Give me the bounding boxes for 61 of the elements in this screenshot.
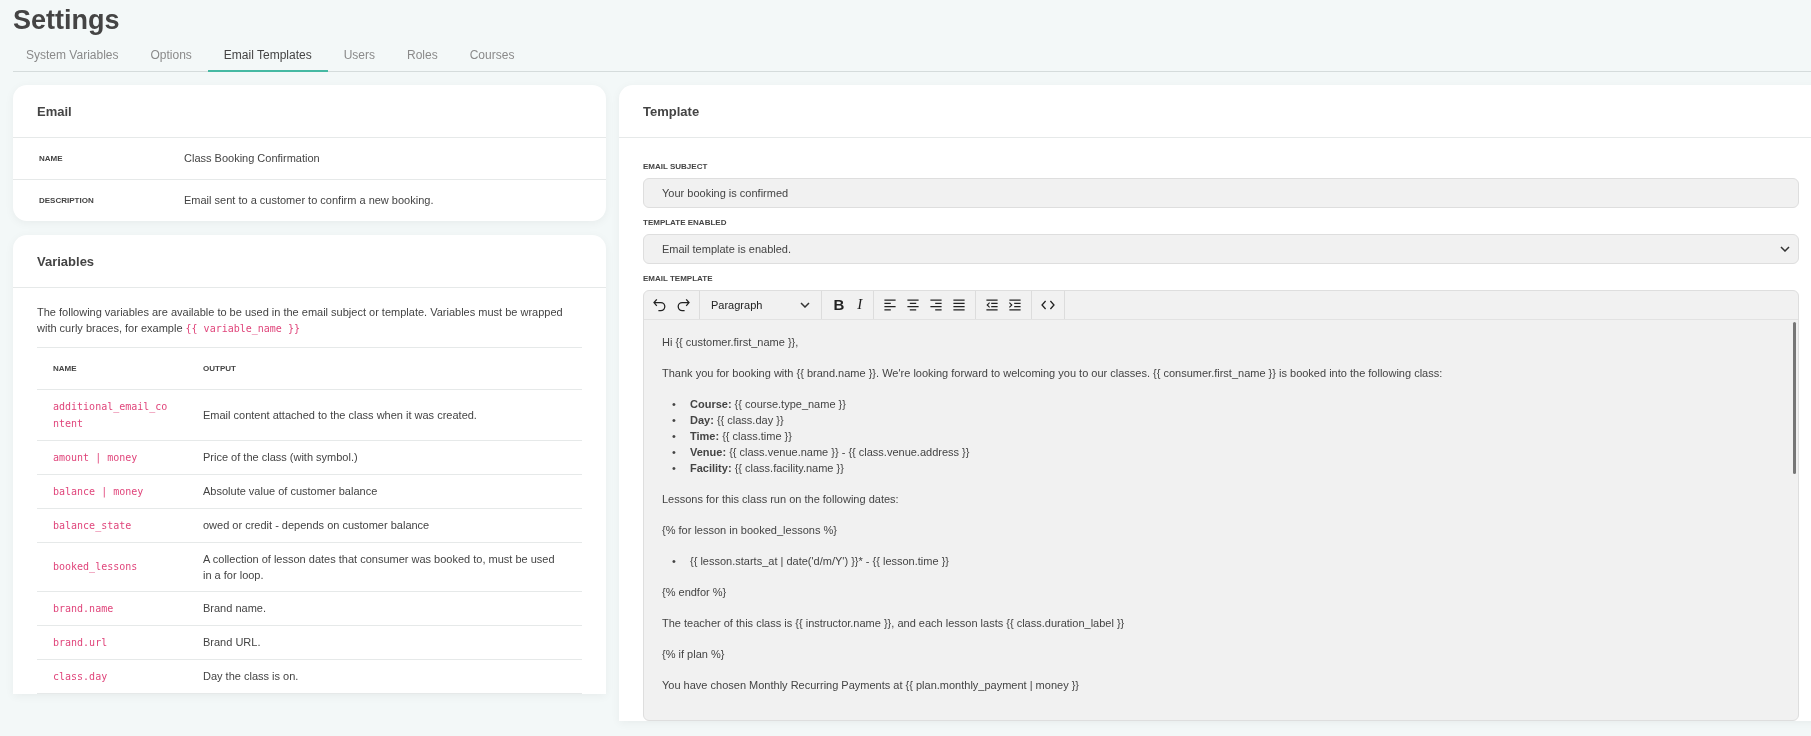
- template-list-item: {{ lesson.starts_at | date('d/m/Y') }}* - {{ lesson.time }}: [690, 553, 949, 569]
- template-list-item: Day: {{ class.day }}: [690, 412, 784, 428]
- column-header: NAME: [37, 347, 187, 389]
- bullet: •: [672, 428, 677, 444]
- bullet: •: [672, 553, 677, 569]
- field-label: EMAIL TEMPLATE: [643, 273, 714, 283]
- template-paragraph: Thank you for booking with {{ brand.name }}. We're looking forward to welcoming you to our classes. {{ consumer.first_name }} is booked into the following class:: [662, 365, 1444, 381]
- field-value: Email sent to a customer to confirm a new booking.: [184, 194, 434, 206]
- field-value: Class Booking Confirmation: [184, 152, 320, 164]
- variable-description: Email content attached to the class when it was created.: [203, 408, 477, 421]
- template-paragraph: {% endfor %}: [662, 584, 728, 600]
- card-title: Template: [619, 84, 1811, 138]
- variable-name: additional_email_content: [53, 400, 168, 429]
- block-format-dropdown[interactable]: Paragraph: [708, 298, 814, 311]
- template-paragraph: Lessons for this class run on the following dates:: [662, 491, 900, 507]
- variable-name: balance_state: [53, 519, 132, 531]
- bullet: •: [672, 460, 677, 476]
- column-header: OUTPUT: [187, 347, 582, 389]
- field-label: DESCRIPTION: [38, 195, 95, 205]
- variable-description: A collection of lesson dates that consumer was booked to, must be used in a for loop.: [203, 552, 555, 581]
- field-label: NAME: [38, 153, 64, 163]
- card-title: Variables: [13, 234, 606, 288]
- variable-description: Brand URL.: [203, 636, 261, 648]
- scrollbar[interactable]: [1793, 321, 1796, 474]
- template-list-item: Venue: {{ class.venue.name }} - {{ class.venue.address }}: [690, 444, 970, 460]
- template-list-item: Time: {{ class.time }}: [690, 428, 792, 444]
- variable-name: brand.url: [53, 636, 108, 648]
- variable-name: class.day: [53, 670, 108, 682]
- redo-icon[interactable]: [675, 296, 691, 313]
- field-label: EMAIL SUBJECT: [643, 161, 709, 171]
- variable-description: owed or credit - depends on customer balance: [203, 519, 430, 531]
- variable-description: Absolute value of customer balance: [203, 485, 378, 497]
- template-paragraph: The teacher of this class is {{ instructor.name }}, and each lesson lasts {{ class.duration_label }}: [662, 615, 1126, 631]
- card-title: Email: [13, 84, 606, 138]
- template-list-item: Facility: {{ class.facility.name }}: [690, 460, 844, 476]
- template-paragraph: You have chosen Monthly Recurring Payments at {{ plan.monthly_payment | money }}: [662, 677, 1081, 693]
- bullet: •: [672, 412, 677, 428]
- template-paragraph: Hi {{ customer.first_name }},: [662, 334, 800, 350]
- subject-input[interactable]: Your booking is confirmed: [643, 177, 1799, 208]
- variable-description: Day the class is on.: [203, 670, 299, 682]
- template-list-item: Course: {{ course.type_name }}: [690, 396, 846, 412]
- bullet: •: [672, 444, 677, 460]
- undo-icon[interactable]: [652, 296, 668, 313]
- bullet: •: [672, 396, 677, 412]
- variable-description: Price of the class (with symbol.): [203, 451, 358, 463]
- chevron-down-icon: [800, 301, 811, 308]
- template-paragraph: {% for lesson in booked_lessons %}: [662, 522, 838, 538]
- template-paragraph: {% if plan %}: [662, 646, 726, 662]
- italic-button[interactable]: I: [854, 296, 866, 313]
- page-title: Settings: [13, 4, 121, 36]
- variable-name: booked_lessons: [53, 561, 138, 572]
- field-label: TEMPLATE ENABLED: [643, 217, 728, 227]
- intro-text: The following variables are available to be used in the email subject or template. Variables must be wrapped with curly braces, for example {{ variable_name }}: [37, 299, 582, 348]
- chevron-down-icon: [1780, 245, 1790, 252]
- variable-name: amount | money: [53, 451, 138, 463]
- template-enabled-dropdown[interactable]: Email template is enabled.: [643, 233, 1799, 264]
- variable-name: balance | money: [53, 485, 144, 497]
- variable-name: brand.name: [53, 602, 114, 614]
- tab[interactable]: Email Templates: [207, 44, 328, 72]
- variable-description: Brand name.: [203, 602, 266, 614]
- bold-button[interactable]: B: [830, 296, 848, 313]
